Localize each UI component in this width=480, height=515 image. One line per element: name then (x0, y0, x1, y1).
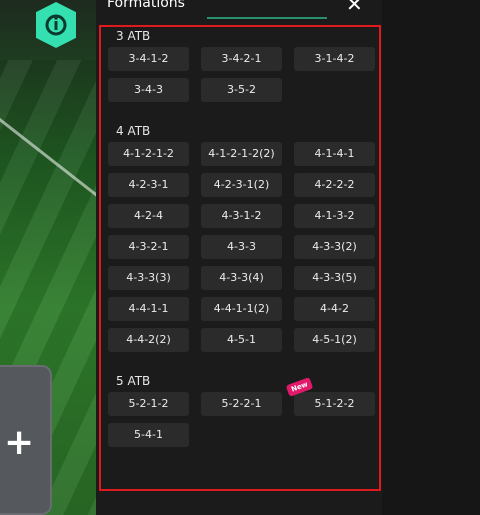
formation-option[interactable]: 4-1-2-1-2 (108, 142, 189, 166)
title-underline (207, 17, 327, 19)
formation-option[interactable]: 4-4-1-1(2) (201, 297, 282, 321)
right-backdrop (382, 0, 480, 515)
formation-option[interactable]: 5-2-1-2 (108, 392, 189, 416)
formation-option[interactable]: 4-5-1 (201, 328, 282, 352)
formation-label: 5-1-2-2 (314, 397, 355, 410)
modal-title: Formations (107, 0, 185, 11)
formation-option[interactable]: 4-3-1-2 (201, 204, 282, 228)
group-5-atb: 5 ATB 5-2-1-2 5-2-2-1 New 5-1-2-2 5-4-1 (108, 374, 379, 447)
formation-option[interactable]: 4-1-3-2 (294, 204, 375, 228)
formation-option[interactable]: 3-4-2-1 (201, 47, 282, 71)
group-4-atb: 4 ATB 4-1-2-1-2 4-1-2-1-2(2) 4-1-4-1 4-2… (108, 124, 379, 352)
formation-option[interactable]: 4-3-3(5) (294, 266, 375, 290)
group-title: 5 ATB (116, 374, 151, 388)
close-button[interactable]: ✕ (346, 0, 363, 14)
formation-option[interactable]: 4-1-2-1-2(2) (201, 142, 282, 166)
formation-option[interactable]: 4-3-3(3) (108, 266, 189, 290)
formation-option[interactable]: 4-3-2-1 (108, 235, 189, 259)
formation-option[interactable]: 4-3-3 (201, 235, 282, 259)
group-title: 3 ATB (116, 29, 151, 43)
formations-list: 3 ATB 3-4-1-2 3-4-2-1 3-1-4-2 3-4-3 3-5-… (99, 25, 381, 491)
formation-option[interactable]: 4-1-4-1 (294, 142, 375, 166)
refresh-icon (45, 14, 67, 36)
formation-option[interactable]: 4-3-3(2) (294, 235, 375, 259)
formation-option[interactable]: 5-2-2-1 (201, 392, 282, 416)
formation-option[interactable]: 3-4-1-2 (108, 47, 189, 71)
group-title: 4 ATB (116, 124, 151, 138)
formation-option[interactable]: 4-2-3-1 (108, 173, 189, 197)
formation-option[interactable]: 4-4-2 (294, 297, 375, 321)
formation-option[interactable]: 3-4-3 (108, 78, 189, 102)
formation-option[interactable]: 4-2-2-2 (294, 173, 375, 197)
formation-option[interactable]: 4-2-4 (108, 204, 189, 228)
formation-option[interactable]: 4-5-1(2) (294, 328, 375, 352)
formation-option-new[interactable]: New 5-1-2-2 (285, 377, 375, 416)
formation-option[interactable]: 5-4-1 (108, 423, 189, 447)
formation-grid: 3-4-1-2 3-4-2-1 3-1-4-2 3-4-3 3-5-2 (108, 47, 379, 102)
formation-option[interactable]: 4-4-2(2) (108, 328, 189, 352)
add-player-icon[interactable]: + (4, 422, 34, 463)
group-3-atb: 3 ATB 3-4-1-2 3-4-2-1 3-1-4-2 3-4-3 3-5-… (108, 29, 379, 102)
formation-option[interactable]: 3-1-4-2 (294, 47, 375, 71)
formation-option[interactable]: 4-4-1-1 (108, 297, 189, 321)
formation-option[interactable]: 4-3-3(4) (201, 266, 282, 290)
formation-grid: 4-1-2-1-2 4-1-2-1-2(2) 4-1-4-1 4-2-3-1 4… (108, 142, 379, 352)
formation-option[interactable]: 3-5-2 (201, 78, 282, 102)
formation-option[interactable]: 4-2-3-1(2) (201, 173, 282, 197)
formation-grid: 5-2-1-2 5-2-2-1 New 5-1-2-2 5-4-1 (108, 377, 379, 447)
